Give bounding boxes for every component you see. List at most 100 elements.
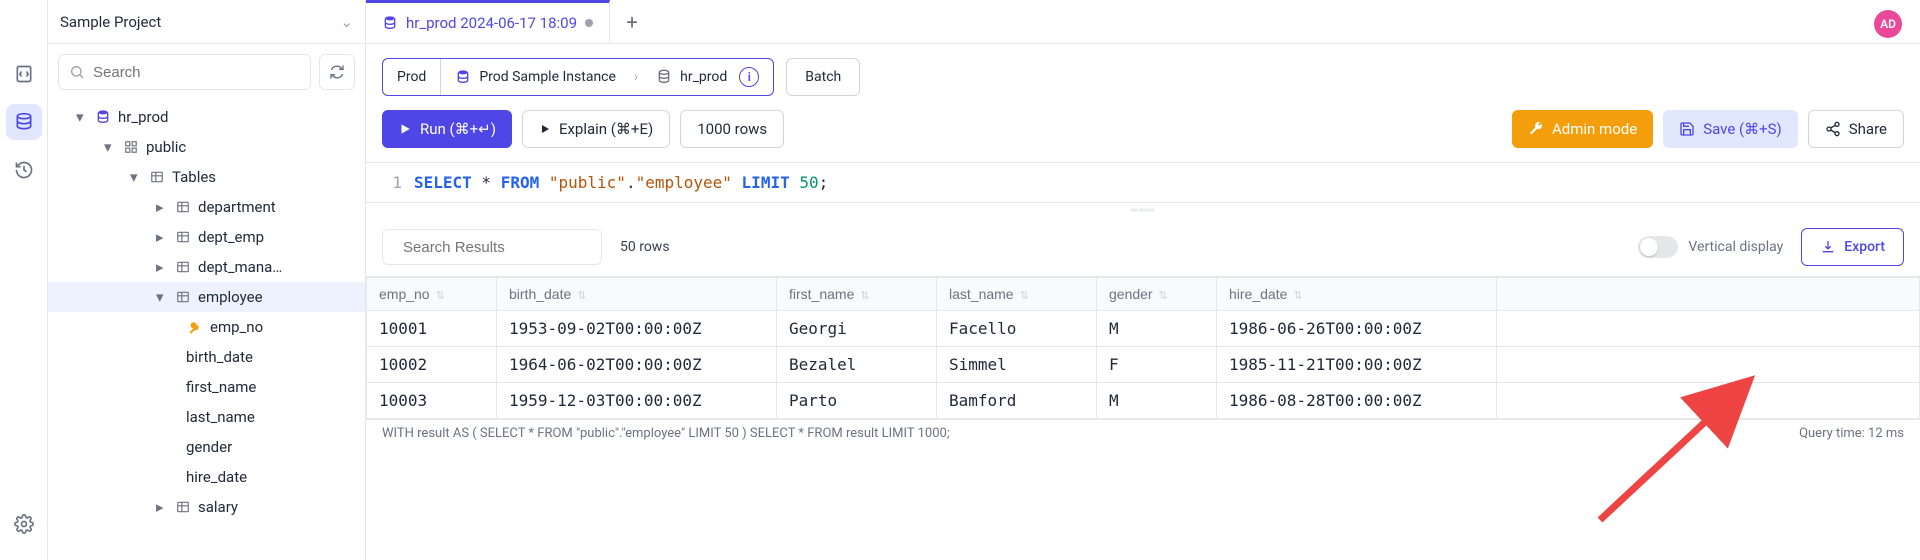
tab-bar: hr_prod 2024-06-17 18:09 + [366, 0, 1920, 44]
table-row[interactable]: 100011953-09-02T00:00:00ZGeorgiFacelloM1… [367, 311, 1920, 347]
caret-right-icon: ▸ [156, 228, 168, 246]
tree-tables-folder[interactable]: ▾ Tables [48, 162, 365, 192]
search-icon [69, 64, 85, 80]
batch-button[interactable]: Batch [786, 58, 860, 96]
rail-settings-icon[interactable] [6, 506, 42, 542]
tree-tables-label: Tables [172, 168, 216, 186]
col-hire-date[interactable]: hire_date⇅ [1217, 278, 1497, 311]
col-birth-date[interactable]: birth_date⇅ [497, 278, 777, 311]
tree-column-emp-no[interactable]: emp_no [48, 312, 365, 342]
sort-icon: ⇅ [1159, 290, 1168, 302]
sidebar-search-input[interactable] [93, 64, 300, 81]
executed-sql: WITH result AS ( SELECT * FROM "public".… [382, 426, 950, 441]
add-tab-button[interactable]: + [610, 0, 654, 43]
table-header-row: emp_no⇅ birth_date⇅ first_name⇅ last_nam… [367, 278, 1920, 311]
cell-birth_date: 1953-09-02T00:00:00Z [497, 311, 777, 347]
table-icon [174, 260, 192, 274]
col-emp-no[interactable]: emp_no⇅ [367, 278, 497, 311]
instance-chip[interactable]: Prod Sample Instance [441, 59, 630, 95]
cell-emp_no: 10002 [367, 347, 497, 383]
results-table[interactable]: emp_no⇅ birth_date⇅ first_name⇅ last_nam… [366, 276, 1920, 419]
cell-first_name: Georgi [777, 311, 937, 347]
cell-first_name: Bezalel [777, 347, 937, 383]
play-icon [398, 122, 412, 136]
tree-column-birth-date[interactable]: birth_date [48, 342, 365, 372]
tree-table-dept-emp[interactable]: ▸ dept_emp [48, 222, 365, 252]
admin-mode-button[interactable]: Admin mode [1512, 110, 1653, 148]
results-search-input[interactable] [403, 239, 602, 256]
rail-sql-editor-icon[interactable] [6, 56, 42, 92]
table-icon [174, 500, 192, 514]
database-chip[interactable]: hr_prod i [642, 59, 773, 95]
database-icon [382, 15, 398, 31]
refresh-button[interactable] [319, 54, 355, 90]
share-button[interactable]: Share [1808, 110, 1904, 148]
export-button[interactable]: Export [1801, 228, 1904, 266]
user-avatar[interactable]: AD [1874, 10, 1902, 38]
tree-table-salary[interactable]: ▸ salary [48, 492, 365, 522]
explain-button[interactable]: Explain (⌘+E) [522, 110, 670, 148]
env-chip[interactable]: Prod [383, 59, 441, 95]
row-count: 50 rows [620, 239, 670, 255]
chevron-down-icon: ⌄ [340, 13, 353, 31]
tree-schema-label: public [146, 138, 186, 156]
table-icon [174, 200, 192, 214]
pane-splitter[interactable]: ═══ [366, 202, 1920, 218]
project-selector[interactable]: Sample Project ⌄ [48, 0, 365, 44]
cell-first_name: Parto [777, 383, 937, 419]
share-icon [1825, 121, 1841, 137]
status-bar: WITH result AS ( SELECT * FROM "public".… [366, 419, 1920, 447]
run-button[interactable]: Run (⌘+↵) [382, 110, 512, 148]
key-icon [186, 320, 204, 334]
caret-down-icon: ▾ [76, 108, 88, 126]
sort-icon: ⇅ [577, 290, 586, 302]
info-icon[interactable]: i [739, 67, 759, 87]
sql-editor[interactable]: 1 SELECT * FROM "public"."employee" LIMI… [366, 162, 1920, 202]
sort-icon: ⇅ [1293, 290, 1302, 302]
context-breadcrumb[interactable]: Prod Prod Sample Instance › hr_prod i [382, 58, 774, 96]
editor-tab[interactable]: hr_prod 2024-06-17 18:09 [366, 0, 610, 43]
cell-hire_date: 1986-06-26T00:00:00Z [1217, 311, 1497, 347]
table-row[interactable]: 100021964-06-02T00:00:00ZBezalelSimmelF1… [367, 347, 1920, 383]
table-row[interactable]: 100031959-12-03T00:00:00ZPartoBamfordM19… [367, 383, 1920, 419]
cell-hire_date: 1985-11-21T00:00:00Z [1217, 347, 1497, 383]
save-icon [1679, 121, 1695, 137]
rail-database-icon[interactable] [6, 104, 42, 140]
table-group-icon [148, 170, 166, 184]
tree-column-first-name[interactable]: first_name [48, 372, 365, 402]
rail-history-icon[interactable] [6, 152, 42, 188]
cell-last_name: Bamford [937, 383, 1097, 419]
vertical-display-label: Vertical display [1688, 239, 1783, 255]
col-spacer [1497, 278, 1920, 311]
tree-table-employee[interactable]: ▾ employee [48, 282, 365, 312]
editor-toolbar: Run (⌘+↵) Explain (⌘+E) 1000 rows Admin … [366, 110, 1920, 162]
sidebar-search[interactable] [58, 54, 311, 90]
tree-column-gender[interactable]: gender [48, 432, 365, 462]
tree-table-department[interactable]: ▸ department [48, 192, 365, 222]
sql-code: SELECT * FROM "public"."employee" LIMIT … [414, 173, 828, 192]
database-icon [94, 109, 112, 125]
schema-tree: ▾ hr_prod ▾ public ▾ Tables ▸ department… [48, 100, 365, 524]
tree-column-last-name[interactable]: last_name [48, 402, 365, 432]
results-search[interactable] [382, 229, 602, 265]
col-last-name[interactable]: last_name⇅ [937, 278, 1097, 311]
cell-gender: M [1097, 383, 1217, 419]
sort-icon: ⇅ [436, 290, 445, 302]
col-first-name[interactable]: first_name⇅ [777, 278, 937, 311]
database-icon [656, 69, 672, 85]
save-button[interactable]: Save (⌘+S) [1663, 110, 1798, 148]
database-icon [455, 69, 471, 85]
cell-gender: F [1097, 347, 1217, 383]
caret-down-icon: ▾ [156, 288, 168, 306]
cell-emp_no: 10003 [367, 383, 497, 419]
tree-column-hire-date[interactable]: hire_date [48, 462, 365, 492]
col-gender[interactable]: gender⇅ [1097, 278, 1217, 311]
row-limit-select[interactable]: 1000 rows [680, 110, 784, 148]
vertical-display-toggle[interactable] [1638, 236, 1678, 258]
tree-table-dept-manager[interactable]: ▸ dept_mana… [48, 252, 365, 282]
sort-icon: ⇅ [1020, 290, 1029, 302]
download-icon [1820, 239, 1836, 255]
tree-schema[interactable]: ▾ public [48, 132, 365, 162]
tree-database[interactable]: ▾ hr_prod [48, 102, 365, 132]
sidebar: Sample Project ⌄ ▾ hr_prod ▾ public [48, 0, 366, 560]
